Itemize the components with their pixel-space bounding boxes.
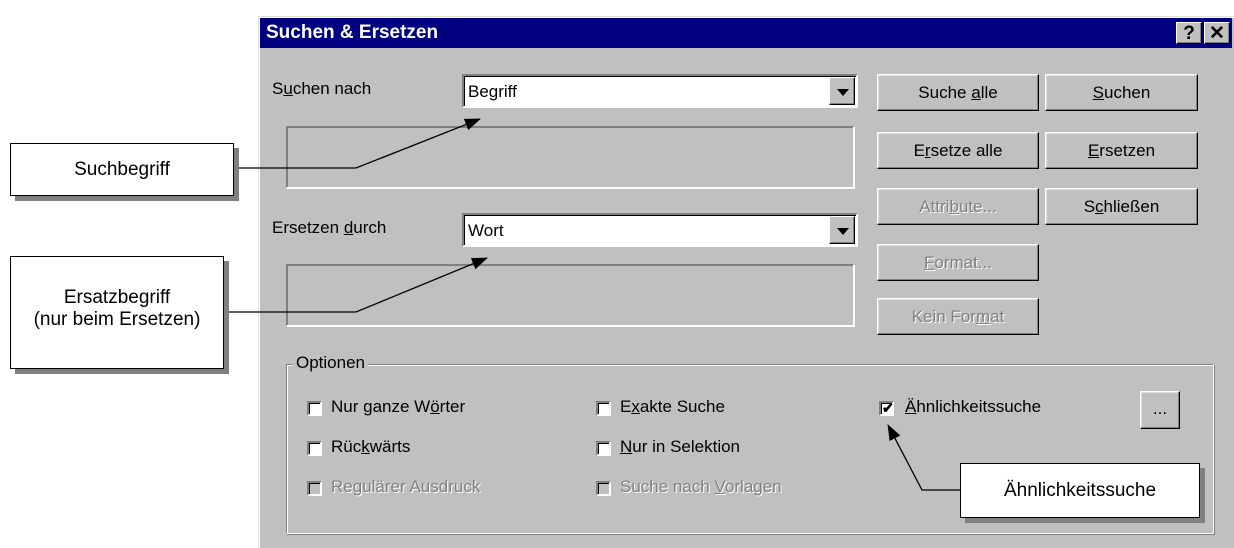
similarity-callout: Ähnlichkeitssuche [960, 463, 1200, 518]
replace-term-callout: Ersatzbegriff (nur beim Ersetzen) [10, 256, 224, 369]
replace-term-callout-line1: Ersatzbegriff [63, 287, 171, 308]
similarity-callout-text: Ähnlichkeitssuche [1003, 480, 1157, 501]
similarity-arrow [887, 424, 960, 491]
replace-term-callout-line2: (nur beim Ersetzen) [33, 309, 201, 330]
replace-term-arrow [226, 257, 488, 313]
search-term-arrow [236, 118, 481, 169]
search-term-callout-text: Suchbegriff [74, 159, 170, 180]
search-term-callout: Suchbegriff [10, 143, 234, 196]
